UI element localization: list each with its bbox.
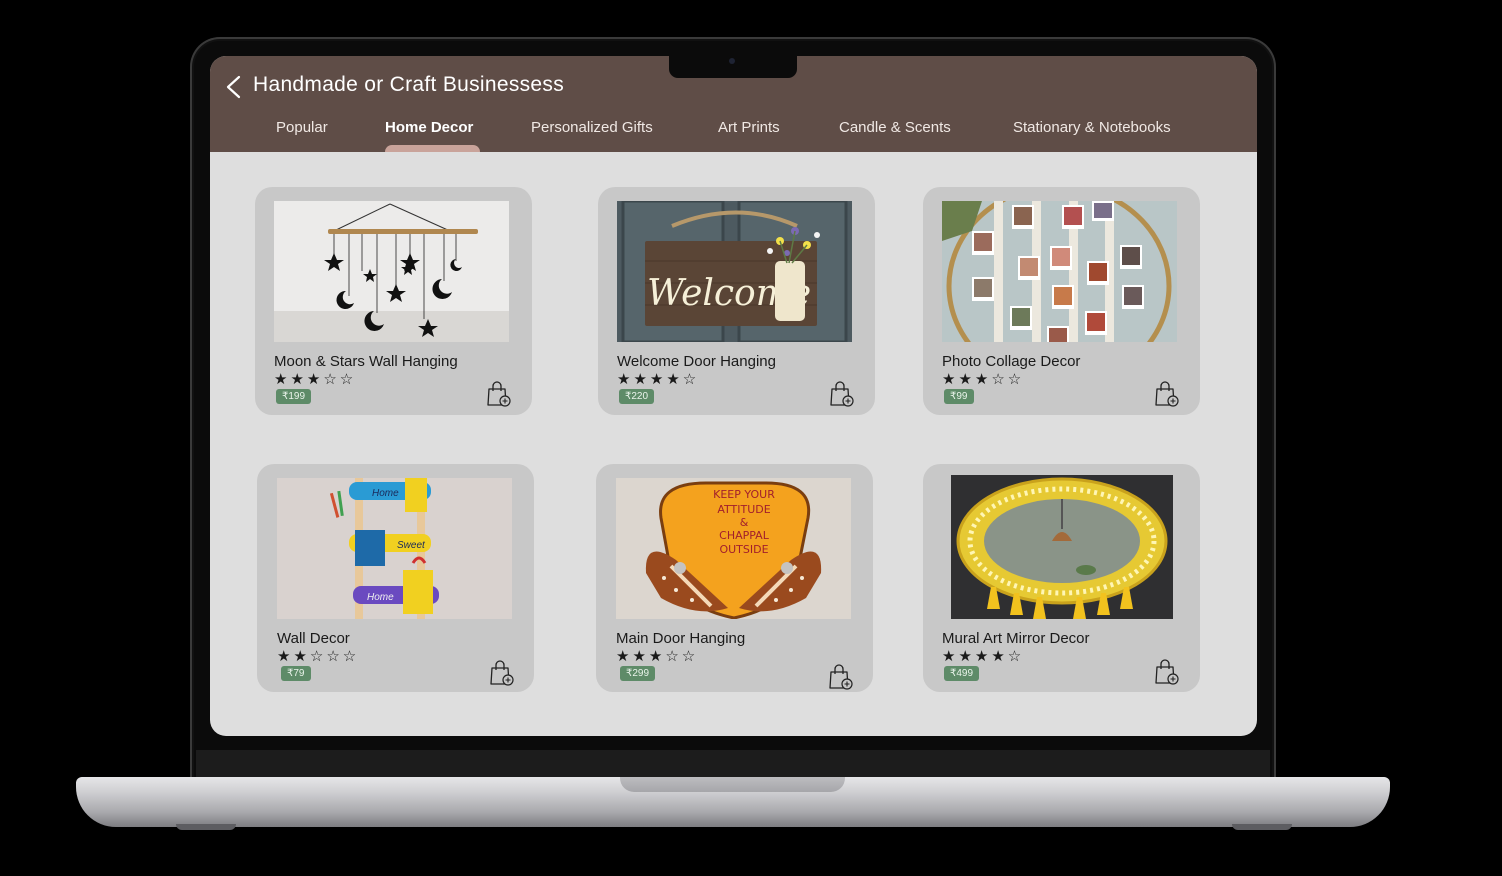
product-rating: ★★☆☆☆ xyxy=(277,647,360,665)
app-screen: Handmade or Craft Businessess Popular Ho… xyxy=(210,56,1257,736)
wall-organizer-icon: Home Sweet Home xyxy=(277,478,512,619)
moon-stars-hanging-icon xyxy=(274,201,509,342)
organizer-text-home: Home xyxy=(372,488,399,499)
product-card[interactable]: Welcome Welcome Door Hanging ★★★★☆ ₹220 xyxy=(598,187,875,415)
organizer-text-sweet: Sweet xyxy=(397,540,426,551)
product-name: Wall Decor xyxy=(277,630,350,647)
product-rating: ★★★☆☆ xyxy=(616,647,699,665)
product-name: Welcome Door Hanging xyxy=(617,353,776,370)
laptop-foot xyxy=(1232,824,1292,830)
product-name: Main Door Hanging xyxy=(616,630,746,647)
tab-candle-scents[interactable]: Candle & Scents xyxy=(839,119,951,136)
add-to-bag-icon[interactable] xyxy=(1154,658,1180,686)
organizer-text-home-2: Home xyxy=(367,592,394,603)
product-name: Photo Collage Decor xyxy=(942,353,1081,370)
tab-art-prints[interactable]: Art Prints xyxy=(718,119,780,136)
product-price: ₹499 xyxy=(944,666,980,681)
product-card[interactable]: KEEP YOUR ATTITUDE & CHAPPAL OUTSIDE Mai… xyxy=(596,464,873,692)
sign-text-line-3: & xyxy=(740,516,749,529)
product-price: ₹220 xyxy=(619,389,655,404)
sign-text-line-5: OUTSIDE xyxy=(719,543,768,556)
product-card[interactable]: Moon & Stars Wall Hanging ★★★☆☆ ₹199 xyxy=(255,187,532,415)
product-rating: ★★★★☆ xyxy=(942,647,1025,665)
product-image: Welcome xyxy=(617,201,852,342)
laptop-base-notch xyxy=(620,777,845,792)
camera-notch xyxy=(669,56,797,78)
tab-home-decor[interactable]: Home Decor xyxy=(385,119,473,136)
laptop-bezel-bottom xyxy=(196,750,1270,780)
product-card[interactable]: Home Sweet Home Wall Decor ★★☆☆☆ ₹79 xyxy=(257,464,534,692)
add-to-bag-icon[interactable] xyxy=(829,380,855,408)
product-price: ₹79 xyxy=(281,666,311,681)
product-image xyxy=(951,475,1173,619)
tab-popular[interactable]: Popular xyxy=(276,119,328,136)
add-to-bag-icon[interactable] xyxy=(489,659,515,687)
tab-stationary-notebooks[interactable]: Stationary & Notebooks xyxy=(1013,119,1171,136)
tab-personalized-gifts[interactable]: Personalized Gifts xyxy=(531,119,653,136)
product-rating: ★★★★☆ xyxy=(617,370,700,388)
photo-collage-icon xyxy=(942,201,1177,342)
product-price: ₹299 xyxy=(620,666,656,681)
product-price: ₹99 xyxy=(944,389,974,404)
camera-icon xyxy=(729,58,735,64)
product-rating: ★★★☆☆ xyxy=(942,370,1025,388)
product-name: Moon & Stars Wall Hanging xyxy=(274,353,458,370)
product-price: ₹199 xyxy=(276,389,312,404)
product-card[interactable]: Photo Collage Decor ★★★☆☆ ₹99 xyxy=(923,187,1200,415)
laptop-foot xyxy=(176,824,236,830)
page-title: Handmade or Craft Businessess xyxy=(253,73,565,96)
product-image: Home Sweet Home xyxy=(277,478,512,619)
welcome-sign-icon: Welcome xyxy=(617,201,852,342)
product-name: Mural Art Mirror Decor xyxy=(942,630,1090,647)
add-to-bag-icon[interactable] xyxy=(1154,380,1180,408)
product-image xyxy=(274,201,509,342)
back-arrow-icon[interactable] xyxy=(222,74,246,100)
sign-text-line-2: ATTITUDE xyxy=(717,503,770,516)
sign-text-line-4: CHAPPAL xyxy=(719,529,770,542)
add-to-bag-icon[interactable] xyxy=(828,663,854,691)
product-image xyxy=(942,201,1177,342)
product-rating: ★★★☆☆ xyxy=(274,370,357,388)
product-card[interactable]: Mural Art Mirror Decor ★★★★☆ ₹499 xyxy=(923,464,1200,692)
active-tab-indicator xyxy=(385,145,480,152)
sign-text-line-1: KEEP YOUR xyxy=(713,488,775,501)
add-to-bag-icon[interactable] xyxy=(486,380,512,408)
chappal-sign-icon: KEEP YOUR ATTITUDE & CHAPPAL OUTSIDE xyxy=(616,478,851,619)
mirror-decor-icon xyxy=(951,475,1173,619)
product-image: KEEP YOUR ATTITUDE & CHAPPAL OUTSIDE xyxy=(616,478,851,619)
